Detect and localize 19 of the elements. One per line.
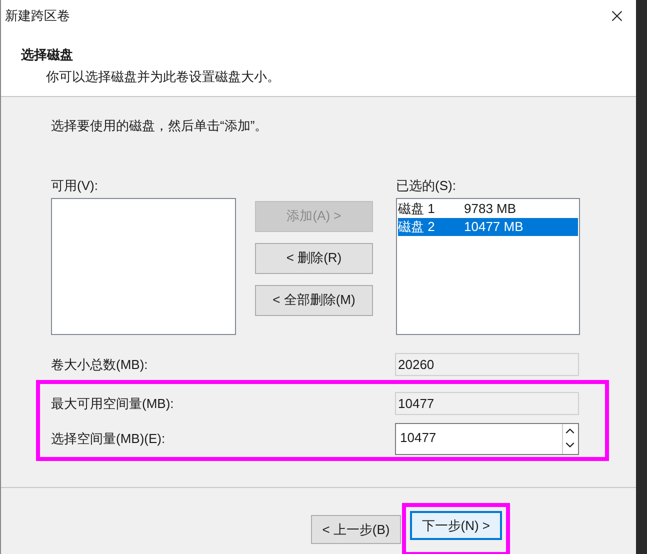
disk-list-item[interactable]: 磁盘 2 10477 MB xyxy=(398,218,578,236)
footer-button[interactable]: 下一步(N) > xyxy=(410,511,502,540)
page-subtitle: 你可以选择磁盘并为此卷设置磁盘大小。 xyxy=(45,68,281,86)
disk-list-item[interactable]: 磁盘 1 9783 MB xyxy=(398,200,578,218)
size-spinner[interactable]: 10477 xyxy=(395,423,579,455)
field-label: 最大可用空间量(MB): xyxy=(51,394,174,413)
instruction-text: 选择要使用的磁盘，然后单击“添加”。 xyxy=(51,117,269,135)
list-label: 已选的(S): xyxy=(396,176,457,195)
field-label: 选择空间量(MB)(E): xyxy=(51,430,166,448)
available-list[interactable] xyxy=(51,198,236,335)
list-label: 可用(V): xyxy=(51,176,99,195)
readonly-field: 10477 xyxy=(395,392,579,415)
field-label: 卷大小总数(MB): xyxy=(51,356,148,374)
readonly-field: 20260 xyxy=(395,353,579,376)
window-title: 新建跨区卷 xyxy=(5,7,70,26)
page-title: 选择磁盘 xyxy=(21,46,74,64)
move-button[interactable]: < 删除(R) xyxy=(255,242,373,274)
move-button[interactable]: < 全部删除(M) xyxy=(255,284,373,316)
footer-button[interactable]: < 上一步(B) xyxy=(311,515,401,544)
